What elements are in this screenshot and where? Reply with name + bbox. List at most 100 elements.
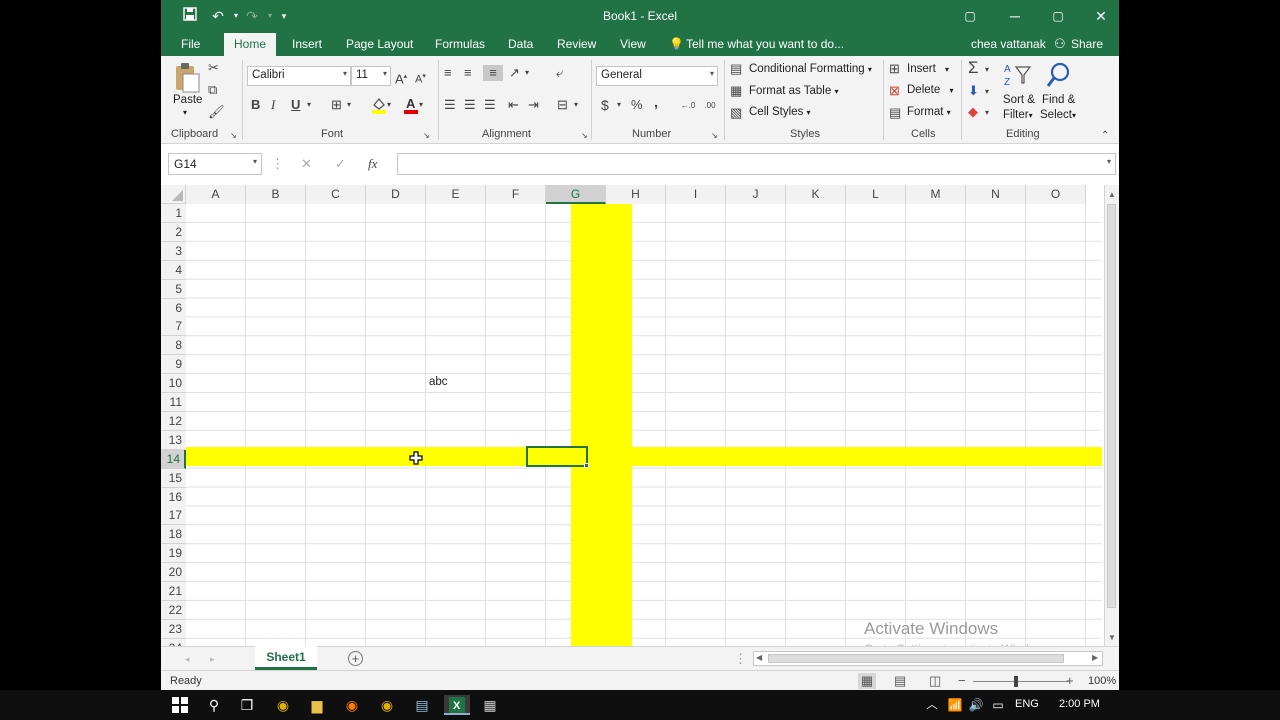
alignment-launcher-icon[interactable]: ↘ [581,128,588,144]
top-align-icon[interactable]: ≡ [444,65,452,81]
row-header-15[interactable]: 15 [161,468,186,488]
zoom-slider[interactable] [973,681,1069,682]
sort-filter-button-line1[interactable]: Sort & [1003,94,1035,106]
collapse-ribbon-icon[interactable]: ⌃ [1101,128,1109,144]
row-header-19[interactable]: 19 [161,544,186,564]
row-header-4[interactable]: 4 [161,260,186,280]
column-header-k[interactable]: K [786,185,846,204]
clipboard-launcher-icon[interactable]: ↘ [230,128,237,144]
fill-color-icon[interactable] [371,96,387,114]
tab-home[interactable]: Home [224,33,277,56]
column-header-h[interactable]: H [606,185,666,204]
active-cell-g14[interactable] [526,446,588,467]
chrome-icon[interactable]: ◉ [273,695,293,715]
font-launcher-icon[interactable]: ↘ [423,128,430,144]
decrease-decimal-button[interactable]: .00 [700,98,720,114]
row-header-12[interactable]: 12 [161,411,186,431]
windows-start-icon[interactable] [170,695,190,715]
scroll-left-icon[interactable]: ◀ [756,653,762,662]
format-painter-icon[interactable]: 🖌 [208,104,225,120]
paste-button[interactable]: Paste [173,94,202,106]
user-name[interactable]: chea vattanak [971,37,1046,51]
notifications-icon[interactable] [1120,695,1140,715]
enter-formula-button[interactable]: ✓ [335,156,346,172]
currency-button[interactable]: $ [601,97,609,113]
clock[interactable]: 2:00 PM [1059,698,1100,710]
merge-dropdown-icon[interactable]: ▾ [574,97,578,113]
zoom-in-icon[interactable]: + [1066,673,1074,689]
wrap-text-icon[interactable]: ⤶ [556,65,563,81]
align-right-icon[interactable]: ☰ [484,97,496,113]
task-view-icon[interactable]: ❐ [237,695,257,715]
new-sheet-icon[interactable]: + [348,651,363,666]
italic-button[interactable]: I [271,97,275,113]
maximize-icon[interactable]: ▢ [1047,6,1069,26]
scroll-down-icon[interactable]: ▼ [1108,633,1116,642]
fill-dropdown-icon[interactable]: ▾ [985,84,989,100]
row-header-11[interactable]: 11 [161,393,186,412]
decrease-indent-icon[interactable]: ⇤ [508,97,519,113]
find-select-button-line1[interactable]: Find & [1042,94,1075,106]
fill-color-dropdown-icon[interactable]: ▾ [387,97,391,113]
underline-dropdown-icon[interactable]: ▾ [307,97,311,113]
zoom-slider-thumb[interactable] [1014,676,1018,687]
font-color-icon[interactable]: A [403,96,419,114]
tab-view[interactable]: View [620,37,646,51]
spreadsheet-grid[interactable]: ABCDEFGHIJKLMNO 1 2 3 4 5 6 7 8 9 10 11 12 13 14 15 16 1… [161,185,1119,658]
paste-icon[interactable] [173,62,201,94]
vertical-scroll-thumb[interactable] [1107,204,1116,608]
clear-icon[interactable]: ◆ [968,104,978,120]
row-header-6[interactable]: 6 [161,298,186,318]
font-color-dropdown-icon[interactable]: ▾ [419,97,423,113]
tab-page-layout[interactable]: Page Layout [346,37,413,51]
column-header-g[interactable]: G [546,185,606,204]
conditional-formatting-button[interactable]: Conditional Formatting ▾ [749,63,872,75]
column-header-j[interactable]: J [726,185,786,204]
cell-e9[interactable]: abc [429,376,448,388]
row-header-21[interactable]: 21 [161,582,186,601]
row-header-2[interactable]: 2 [161,222,186,242]
borders-dropdown-icon[interactable]: ▾ [347,97,351,113]
bottom-align-icon[interactable]: ≡ [483,65,503,81]
tab-insert[interactable]: Insert [292,37,322,51]
row-header-22[interactable]: 22 [161,600,186,620]
page-layout-view-icon[interactable]: ▤ [894,673,906,689]
firefox-icon[interactable]: ◉ [342,695,362,715]
vertical-scrollbar[interactable]: ▲ ▼ [1104,185,1119,646]
column-header-l[interactable]: L [846,185,906,204]
column-header-o[interactable]: O [1026,185,1086,204]
file-explorer-icon[interactable]: ▆ [307,695,327,715]
borders-icon[interactable]: ⊞ [331,97,342,113]
autosum-icon[interactable]: Σ [968,59,979,76]
horizontal-scroll-thumb[interactable] [768,654,1064,663]
orientation-dropdown-icon[interactable]: ▾ [525,65,529,81]
calculator-icon[interactable]: ▦ [480,695,500,715]
cells-area[interactable]: abc [186,204,1102,646]
horizontal-scrollbar[interactable]: ◀ ▶ [753,651,1103,666]
scroll-right-icon[interactable]: ▶ [1092,653,1098,662]
cell-styles-button[interactable]: Cell Styles ▾ [749,106,811,118]
column-header-n[interactable]: N [966,185,1026,204]
search-icon[interactable]: ⚲ [204,695,224,715]
zoom-out-icon[interactable]: − [958,673,966,689]
increase-font-icon[interactable]: A▴ [395,69,407,87]
row-header-20[interactable]: 20 [161,563,186,583]
insert-function-button[interactable]: fx [368,156,377,172]
language-indicator[interactable]: ENG [1015,698,1039,710]
zoom-level[interactable]: 100% [1088,675,1116,687]
next-sheet-icon[interactable]: ▸ [210,651,215,667]
paste-dropdown-icon[interactable]: ▾ [183,108,187,117]
show-hidden-icons-icon[interactable]: ︿ [922,695,942,715]
row-header-3[interactable]: 3 [161,241,186,261]
row-header-18[interactable]: 18 [161,525,186,545]
copy-icon[interactable]: ⧉ [208,82,217,98]
middle-align-icon[interactable]: ≡ [464,65,472,81]
comma-button[interactable]: , [654,94,658,110]
cancel-formula-button[interactable]: ✕ [301,156,312,172]
row-header-16[interactable]: 16 [161,487,186,507]
increase-indent-icon[interactable]: ⇥ [528,97,539,113]
formula-input[interactable]: ▾ [397,153,1116,175]
align-left-icon[interactable]: ☰ [444,97,456,113]
row-header-1[interactable]: 1 [161,204,186,223]
volume-icon[interactable]: 🔊 [966,695,986,715]
